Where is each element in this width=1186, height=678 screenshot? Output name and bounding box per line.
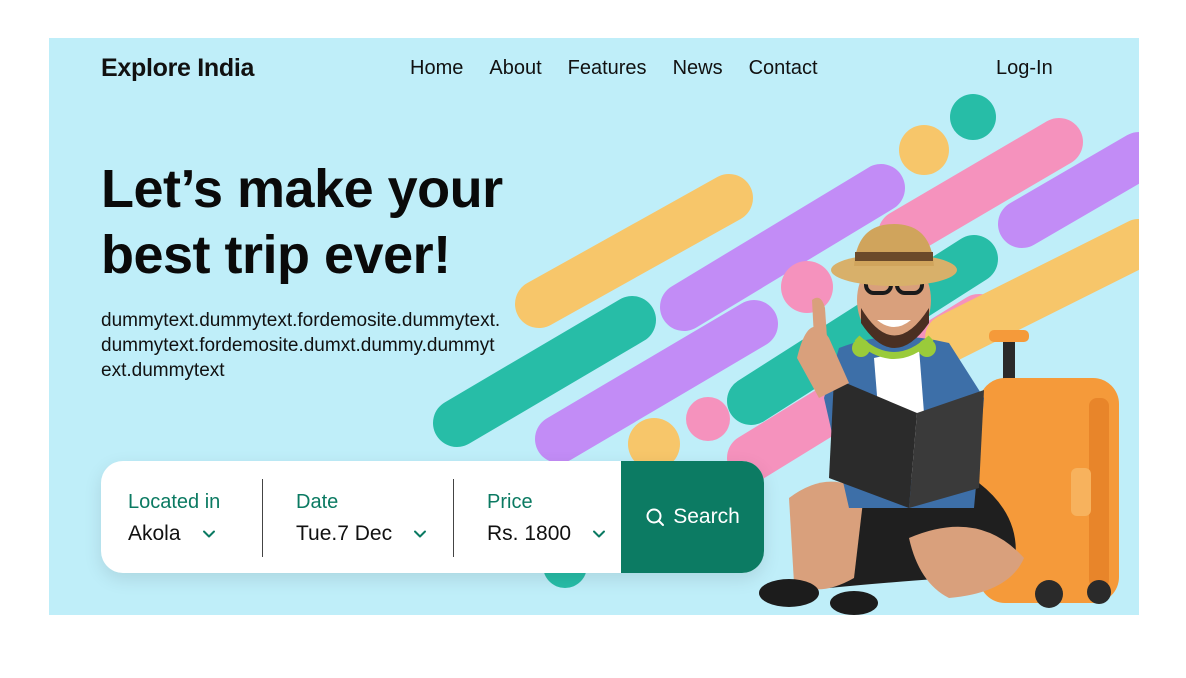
- nav-contact[interactable]: Contact: [749, 57, 818, 80]
- hero-headline: Let’s make your best trip ever!: [101, 156, 503, 288]
- date-select[interactable]: Date Tue.7 Dec: [263, 461, 454, 573]
- chevron-down-icon[interactable]: [201, 526, 217, 542]
- date-value: Tue.7 Dec: [296, 522, 393, 545]
- chevron-down-icon[interactable]: [412, 526, 428, 542]
- date-label: Date: [296, 491, 339, 513]
- headline-line-1: Let’s make your: [101, 159, 503, 219]
- nav-home[interactable]: Home: [410, 57, 463, 80]
- headline-line-2: best trip ever!: [101, 225, 451, 285]
- dot-pink-1: [781, 261, 833, 313]
- search-icon: [646, 508, 665, 526]
- nav-about[interactable]: About: [489, 57, 541, 80]
- brand-logo[interactable]: Explore India: [101, 54, 254, 83]
- search-button[interactable]: Search: [621, 461, 764, 573]
- search-bar: Located in Akola Date Tue.7 Dec Price Rs…: [101, 461, 764, 573]
- price-label: Price: [487, 491, 533, 513]
- chevron-down-icon[interactable]: [591, 526, 607, 542]
- hero-section: Explore India Home About Features News C…: [49, 38, 1139, 615]
- dot-yellow-1: [899, 125, 949, 175]
- location-label: Located in: [128, 491, 221, 513]
- main-nav: Home About Features News Contact: [410, 57, 818, 80]
- location-value: Akola: [128, 522, 181, 545]
- search-button-label: Search: [673, 505, 740, 528]
- hero-description: dummytext.dummytext.fordemosite.dummytex…: [101, 310, 501, 381]
- location-select[interactable]: Located in Akola: [101, 461, 263, 573]
- login-link[interactable]: Log-In: [996, 57, 1053, 80]
- nav-news[interactable]: News: [673, 57, 723, 80]
- dot-pink-2: [686, 397, 730, 441]
- price-select[interactable]: Price Rs. 1800: [454, 461, 621, 573]
- dot-teal-1: [950, 94, 996, 140]
- nav-features[interactable]: Features: [568, 57, 647, 80]
- price-value: Rs. 1800: [487, 522, 572, 545]
